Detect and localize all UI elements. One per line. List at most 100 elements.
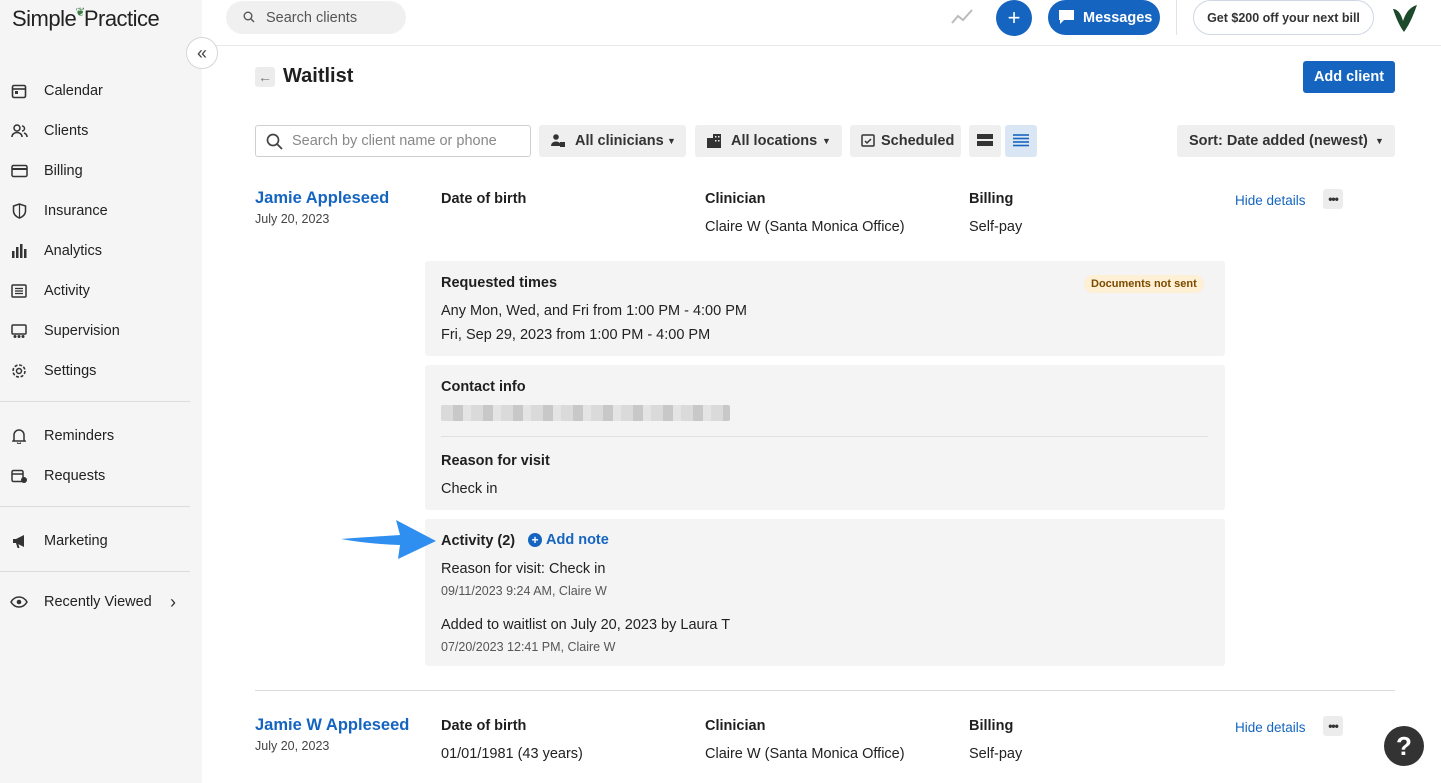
redacted-contact-info: [441, 405, 730, 421]
activity-item-text: Reason for visit: Check in: [441, 561, 606, 577]
card-view-button[interactable]: [969, 125, 1001, 157]
trend-chart-icon[interactable]: [950, 6, 974, 31]
sidebar-item-settings[interactable]: Settings: [0, 351, 190, 391]
sidebar-item-label: Analytics: [44, 243, 103, 259]
bar-chart-icon: [10, 242, 28, 260]
promo-button[interactable]: Get $200 off your next bill: [1193, 0, 1374, 35]
requested-times-heading: Requested times: [441, 275, 558, 291]
clinician-icon: [550, 133, 566, 152]
clinician-heading: Clinician: [705, 191, 766, 207]
sidebar-item-activity[interactable]: Activity: [0, 271, 190, 311]
sidebar-item-marketing[interactable]: Marketing: [0, 521, 190, 561]
simplepractice-logo[interactable]: Simple❦Practice: [12, 5, 160, 32]
activity-panel: Activity (2) + Add note Reason for visit:…: [425, 519, 1225, 666]
sidebar-item-label: Supervision: [44, 323, 120, 339]
sidebar: Simple❦Practice Calendar Clients Billing…: [0, 0, 202, 783]
list-view-button[interactable]: [1005, 125, 1037, 157]
caret-down-icon: ▼: [822, 136, 831, 146]
plus-circle-icon: +: [528, 533, 542, 547]
search-placeholder: Search clients: [266, 9, 358, 26]
collapse-sidebar-button[interactable]: «: [186, 37, 218, 69]
topbar-divider: [1176, 0, 1177, 35]
back-button[interactable]: ←: [255, 67, 275, 87]
entry-separator: [255, 690, 1395, 691]
clinicians-filter[interactable]: All clinicians ▼: [539, 125, 686, 157]
sidebar-divider: [0, 506, 190, 507]
contact-info-heading: Contact info: [441, 379, 526, 395]
sort-dropdown[interactable]: Sort: Date added (newest) ▼: [1177, 125, 1395, 157]
more-options-button[interactable]: •••: [1323, 716, 1343, 736]
card-view-icon: [976, 133, 994, 150]
waitlist-search-input[interactable]: Search by client name or phone: [255, 125, 531, 157]
dob-heading: Date of birth: [441, 191, 527, 207]
scheduled-filter[interactable]: Scheduled: [850, 125, 961, 157]
sidebar-item-supervision[interactable]: Supervision: [0, 311, 190, 351]
annotation-arrow-icon: [338, 517, 438, 564]
hide-details-link[interactable]: Hide details: [1235, 720, 1306, 735]
plus-icon: +: [1007, 5, 1021, 30]
search-icon: [266, 133, 283, 153]
sidebar-item-label: Reminders: [44, 428, 115, 444]
chevron-right-icon: ›: [170, 591, 176, 612]
sidebar-item-clients[interactable]: Clients: [0, 111, 190, 151]
search-placeholder: Search by client name or phone: [292, 133, 497, 149]
credit-card-icon: [10, 162, 28, 180]
search-icon: [243, 10, 255, 26]
clinicians-filter-label: All clinicians: [575, 133, 664, 149]
billing-value: Self-pay: [969, 746, 1023, 762]
sidebar-item-calendar[interactable]: Calendar: [0, 71, 190, 111]
add-note-button[interactable]: + Add note: [528, 532, 609, 548]
list-view-icon: [1012, 133, 1030, 150]
caret-down-icon: ▼: [667, 136, 676, 146]
search-clients-input[interactable]: Search clients: [226, 1, 406, 34]
client-name-link[interactable]: Jamie W Appleseed: [255, 716, 409, 735]
page-title: Waitlist: [283, 65, 354, 87]
reason-for-visit-value: Check in: [441, 481, 498, 497]
add-client-button[interactable]: Add client: [1303, 61, 1395, 93]
logo-text-practice: Practice: [83, 6, 160, 31]
panel-divider: [441, 436, 1208, 437]
create-new-button[interactable]: +: [996, 0, 1032, 36]
sidebar-item-billing[interactable]: Billing: [0, 151, 190, 191]
arrow-left-icon: ←: [258, 69, 272, 85]
calendar-icon: [10, 82, 28, 100]
scheduled-filter-label: Scheduled: [881, 133, 955, 149]
more-options-button[interactable]: •••: [1323, 189, 1343, 209]
sidebar-item-label: Insurance: [44, 203, 108, 219]
sidebar-item-requests[interactable]: Requests: [0, 456, 190, 496]
sidebar-item-reminders[interactable]: Reminders: [0, 416, 190, 456]
contact-info-panel: Contact info Reason for visit Check in: [425, 365, 1225, 510]
supervision-icon: [10, 322, 28, 340]
sidebar-item-insurance[interactable]: Insurance: [0, 191, 190, 231]
locations-filter[interactable]: All locations ▼: [695, 125, 842, 157]
sidebar-item-label: Marketing: [44, 533, 108, 549]
double-chevron-left-icon: «: [196, 42, 207, 63]
billing-heading: Billing: [969, 718, 1014, 734]
clinician-heading: Clinician: [705, 718, 766, 734]
hide-details-link[interactable]: Hide details: [1235, 193, 1306, 208]
requested-times-panel: Requested times Documents not sent Any M…: [425, 261, 1225, 356]
messages-label: Messages: [1083, 9, 1153, 26]
avatar[interactable]: [1390, 3, 1420, 33]
sidebar-item-label: Requests: [44, 468, 106, 484]
clients-icon: [10, 122, 28, 140]
sidebar-divider: [0, 571, 190, 572]
client-name-link[interactable]: Jamie Appleseed: [255, 189, 389, 208]
requested-time-line: Fri, Sep 29, 2023 from 1:00 PM - 4:00 PM: [441, 327, 711, 343]
sidebar-item-recently-viewed[interactable]: Recently Viewed ›: [0, 582, 190, 622]
logo-text-simple: Simple: [12, 6, 77, 31]
reason-for-visit-heading: Reason for visit: [441, 453, 550, 469]
ellipsis-icon: •••: [1328, 192, 1339, 206]
sidebar-item-label: Clients: [44, 123, 89, 139]
sort-label: Sort: Date added (newest): [1189, 133, 1368, 149]
clinician-value: Claire W (Santa Monica Office): [705, 219, 905, 235]
sidebar-item-label: Activity: [44, 283, 90, 299]
sidebar-divider: [0, 401, 190, 402]
sidebar-item-label: Recently Viewed: [44, 594, 152, 610]
help-button[interactable]: ?: [1384, 726, 1424, 766]
messages-button[interactable]: Messages: [1048, 0, 1160, 35]
calendar-check-icon: [861, 133, 875, 151]
sidebar-item-analytics[interactable]: Analytics: [0, 231, 190, 271]
billing-heading: Billing: [969, 191, 1014, 207]
gear-icon: [10, 362, 28, 380]
